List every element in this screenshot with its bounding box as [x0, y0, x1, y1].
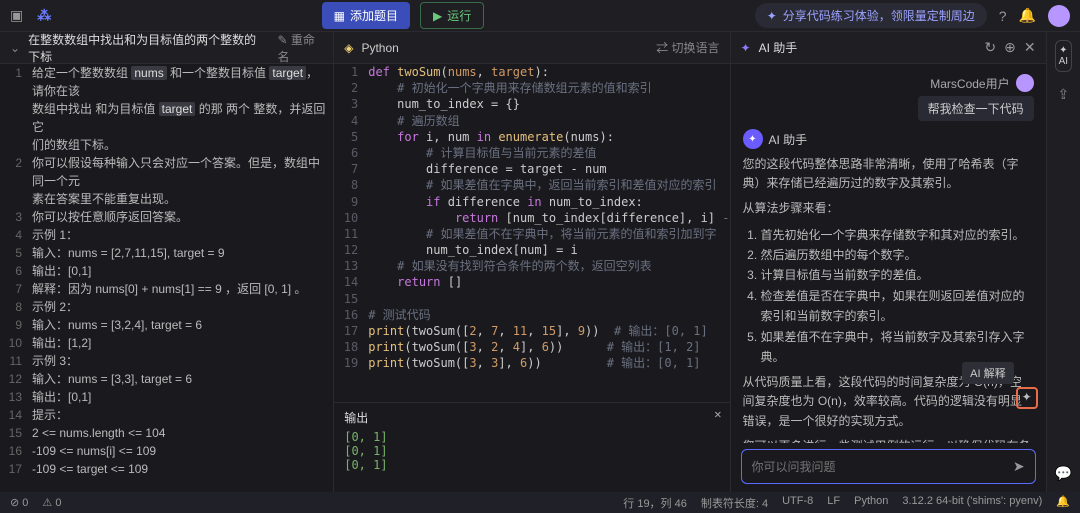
python-icon: ◈	[344, 41, 353, 55]
panel-toggle-icon[interactable]: ▣	[10, 7, 23, 24]
close-icon[interactable]: ✕	[714, 407, 721, 421]
problem-line: 输入：nums = [3,3], target = 6	[32, 370, 327, 388]
code-line[interactable]: return [num_to_index[difference], i] -	[368, 210, 729, 226]
run-button[interactable]: ▶运行	[420, 2, 484, 29]
code-line[interactable]: num_to_index = {}	[368, 96, 729, 112]
output-line: [0, 1]	[344, 430, 719, 444]
ai-explain-tooltip: AI 解释	[962, 362, 1013, 384]
problem-line: 2 <= nums.length <= 104	[32, 424, 327, 442]
chevron-down-icon[interactable]: ⌄	[10, 41, 20, 55]
code-line[interactable]	[368, 291, 729, 307]
promo-pill[interactable]: ✦分享代码练习体验，领限量定制周边	[755, 3, 987, 28]
help-icon[interactable]: ?	[999, 8, 1007, 24]
code-line[interactable]: for i, num in enumerate(nums):	[368, 129, 729, 145]
code-line[interactable]: # 如果差值在字典中，返回当前索引和差值对应的索引	[368, 177, 729, 193]
code-line[interactable]: difference = target - num	[368, 161, 729, 177]
ai-paragraph: 您可以再多进行一些测试用例的运行，以确保代码在各种情况下都能	[743, 437, 1034, 443]
new-chat-icon[interactable]: ⊕	[1004, 39, 1016, 56]
ai-label: AI 助手	[769, 131, 808, 148]
code-line[interactable]: # 计算目标值与当前元素的差值	[368, 145, 729, 161]
sparkle-icon: ✦	[741, 41, 751, 55]
ai-step: 然后遍历数组中的每个数字。	[761, 245, 1034, 265]
problem-line: 输入：nums = [3,2,4], target = 6	[32, 316, 327, 334]
problem-line: -109 <= nums[i] <= 109	[32, 442, 327, 460]
problem-title: 在整数数组中找出和为目标值的两个整数的下标	[28, 31, 261, 65]
problem-line: 输入：nums = [2,7,11,15], target = 9	[32, 244, 327, 262]
problem-line: 示例 1：	[32, 226, 327, 244]
code-line[interactable]: # 测试代码	[368, 307, 729, 323]
problem-line: 输出：[0,1]	[32, 388, 327, 406]
output-line: [0, 1]	[344, 444, 719, 458]
problem-line: 们的数组下标。	[32, 136, 327, 154]
refresh-icon[interactable]: ↻	[984, 39, 996, 56]
code-line[interactable]: num_to_index[num] = i	[368, 242, 729, 258]
bell-icon[interactable]: 🔔	[1019, 7, 1036, 24]
problem-line: 数组中找出 和为目标值 target 的那 两个 整数，并返回它	[32, 100, 327, 136]
status-tabsize[interactable]: 制表符长度: 4	[701, 495, 768, 511]
code-line[interactable]: # 如果差值不在字典中，将当前元素的值和索引加到字	[368, 226, 729, 242]
status-cursor[interactable]: 行 19，列 46	[623, 495, 687, 511]
code-line[interactable]: print(twoSum([2, 7, 11, 15], 9)) # 输出：[0…	[368, 323, 729, 339]
ai-step: 检查差值是否在字典中，如果在则返回差值对应的索引和当前数字的索引。	[761, 286, 1034, 327]
ai-avatar: ✦	[743, 129, 763, 149]
switch-language-button[interactable]: ⇄ 切换语言	[656, 39, 719, 56]
problem-line: -109 <= target <= 109	[32, 460, 327, 478]
ai-explain-button[interactable]: ✦	[1016, 387, 1038, 409]
status-encoding[interactable]: UTF-8	[782, 495, 813, 511]
ai-rail-button[interactable]: ✦AI	[1055, 40, 1072, 72]
rename-button[interactable]: ✎ 重命名	[277, 31, 323, 65]
code-line[interactable]: def twoSum(nums, target):	[368, 64, 729, 80]
status-language[interactable]: Python	[854, 495, 888, 511]
problem-line: 示例 2：	[32, 298, 327, 316]
ai-panel-title: AI 助手	[759, 39, 798, 56]
output-line: [0, 1]	[344, 458, 719, 472]
user-avatar	[1016, 74, 1034, 92]
output-title: 输出	[344, 407, 719, 430]
problem-line: 你可以按任意顺序返回答案。	[32, 208, 327, 226]
status-eol[interactable]: LF	[827, 495, 840, 511]
ai-step: 计算目标值与当前数字的差值。	[761, 265, 1034, 285]
add-icon: ▦	[334, 9, 345, 23]
chat-icon[interactable]: 💬	[1055, 465, 1072, 482]
share-icon[interactable]: ⇪	[1057, 86, 1069, 103]
ai-paragraph: 您的这段代码整体思路非常清晰，使用了哈希表（字典）来存储已经遍历过的数字及其索引…	[743, 155, 1034, 193]
status-warnings[interactable]: ⚠ 0	[42, 496, 61, 509]
code-line[interactable]: # 初始化一个字典用来存储数组元素的值和索引	[368, 80, 729, 96]
status-errors[interactable]: ⊘ 0	[10, 496, 28, 509]
code-line[interactable]: print(twoSum([3, 2, 4], 6)) # 输出：[1, 2]	[368, 339, 729, 355]
problem-line: 解释：因为 nums[0] + nums[1] == 9 ，返回 [0, 1] …	[32, 280, 327, 298]
problem-line: 提示：	[32, 406, 327, 424]
logo: ⁂	[37, 7, 51, 24]
problem-line: 示例 3：	[32, 352, 327, 370]
problem-line: 输出：[0,1]	[32, 262, 327, 280]
problem-line: 输出：[1,2]	[32, 334, 327, 352]
ai-step: 首先初始化一个字典来存储数字和其对应的索引。	[761, 225, 1034, 245]
user-name: MarsCode用户	[930, 75, 1009, 92]
code-line[interactable]: if difference in num_to_index:	[368, 194, 729, 210]
code-line[interactable]: # 遍历数组	[368, 113, 729, 129]
code-line[interactable]: print(twoSum([3, 3], 6)) # 输出：[0, 1]	[368, 355, 729, 371]
play-icon: ▶	[433, 9, 442, 23]
close-icon[interactable]: ✕	[1024, 39, 1036, 56]
bell-icon[interactable]: 🔔	[1056, 495, 1070, 511]
code-line[interactable]: # 如果没有找到符合条件的两个数，返回空列表	[368, 258, 729, 274]
problem-line: 你可以假设每种输入只会对应一个答案。但是，数组中同一个元	[32, 154, 327, 190]
avatar[interactable]	[1048, 5, 1070, 27]
language-label: Python	[361, 41, 398, 55]
problem-line: 给定一个整数数组 nums 和一个整数目标值 target，请你在该	[32, 64, 327, 100]
send-icon[interactable]: ➤	[1013, 458, 1025, 475]
status-python[interactable]: 3.12.2 64-bit ('shims': pyenv)	[902, 495, 1042, 511]
add-problem-button[interactable]: ▦添加题目	[322, 2, 410, 29]
ai-paragraph: 从算法步骤来看：	[743, 199, 1034, 218]
sparkle-icon: ✦	[767, 9, 777, 23]
user-message-chip: 帮我检查一下代码	[918, 96, 1034, 121]
problem-line: 素在答案里不能重复出现。	[32, 190, 327, 208]
code-line[interactable]: return []	[368, 274, 729, 290]
ai-input[interactable]	[752, 460, 1013, 474]
